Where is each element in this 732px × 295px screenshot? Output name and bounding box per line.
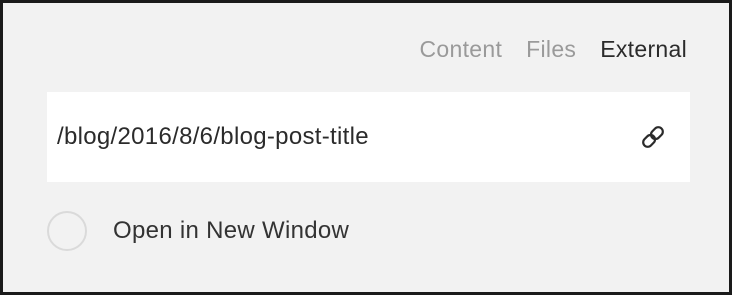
link-editor-panel: Content Files External Open in New Windo… <box>0 0 732 295</box>
link-icon[interactable] <box>638 122 668 152</box>
url-field-container <box>47 92 690 182</box>
tab-files[interactable]: Files <box>526 36 576 63</box>
open-in-new-window-radio[interactable] <box>47 211 87 251</box>
tab-external[interactable]: External <box>600 36 687 63</box>
tab-content[interactable]: Content <box>420 36 503 63</box>
link-icon-graphic <box>642 126 664 148</box>
open-in-new-window-option[interactable]: Open in New Window <box>47 208 349 254</box>
url-input[interactable] <box>57 92 617 182</box>
link-type-tabs: Content Files External <box>420 36 688 63</box>
open-in-new-window-label: Open in New Window <box>113 217 350 244</box>
